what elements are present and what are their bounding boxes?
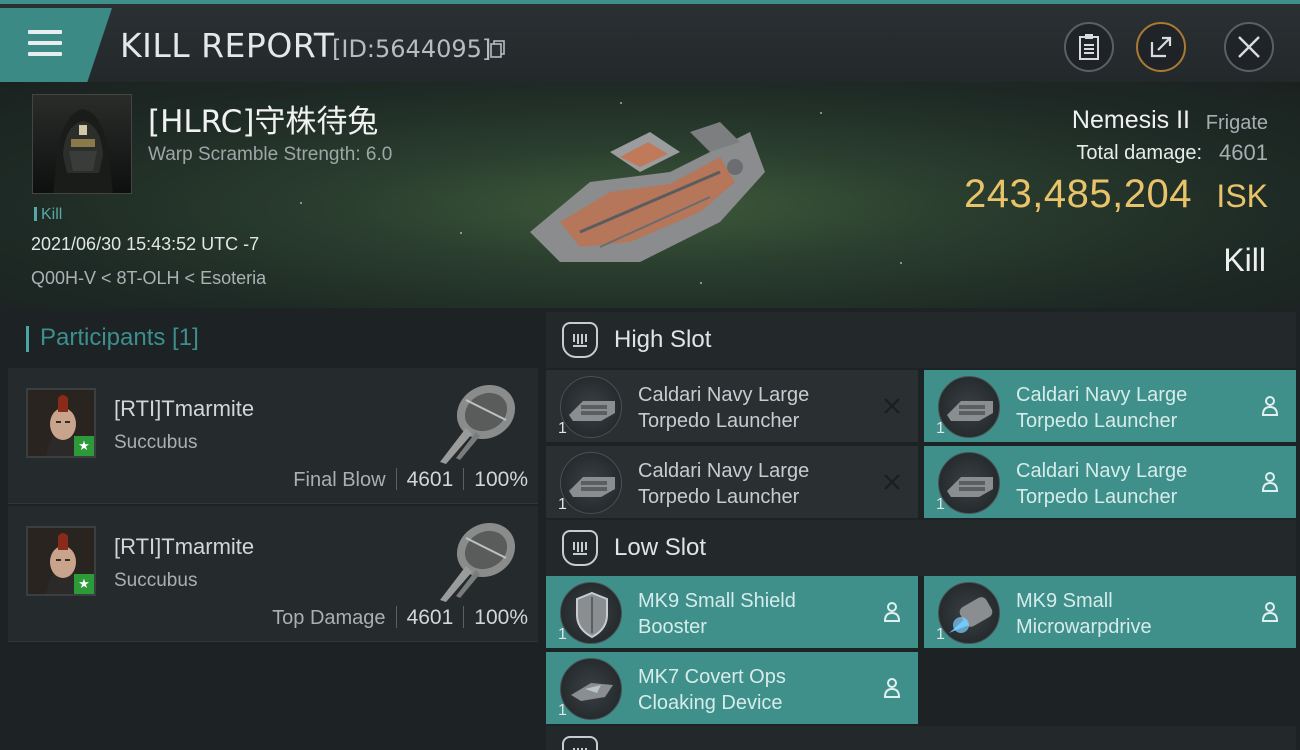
module-name: Caldari Navy Large Torpedo Launcher	[638, 384, 810, 432]
kill-banner: [HLRC]守株待兔 Warp Scramble Strength: 6.0 K…	[0, 82, 1300, 308]
attacker-name[interactable]: [RTI]Tmarmite	[114, 534, 254, 560]
attacker-ship-image	[440, 522, 516, 602]
clipboard-icon	[1079, 34, 1099, 60]
victim-name[interactable]: [HLRC]守株待兔	[148, 96, 378, 141]
total-damage-label: Total damage:	[1076, 142, 1202, 164]
isk-unit: ISK	[1216, 178, 1268, 214]
victim-ship-image	[530, 122, 765, 262]
participants-title-label: Participants [1]	[40, 324, 199, 351]
person-icon	[1258, 470, 1282, 494]
menu-button[interactable]	[0, 8, 112, 82]
destroyed-x-icon	[880, 470, 904, 494]
close-icon	[1238, 36, 1260, 58]
report-id: [ID:5644095]	[332, 35, 492, 63]
torpedo-launcher-icon	[938, 452, 1000, 514]
person-icon	[880, 600, 904, 624]
module-quantity: 1	[558, 496, 567, 513]
total-damage-value: 4601	[1219, 140, 1268, 165]
star-badge-icon: ★	[74, 436, 94, 456]
low-slot-title: Low Slot	[614, 534, 707, 561]
kill-location[interactable]: Q00H-V < 8T-OLH < Esoteria	[31, 268, 266, 289]
module-name: MK9 Small Microwarpdrive	[1016, 590, 1152, 638]
high-slot-title: High Slot	[614, 326, 712, 353]
slot-icon	[562, 322, 598, 358]
close-button[interactable]	[1224, 22, 1274, 72]
attacker-stats: Final Blow 4601 100%	[293, 468, 528, 492]
module-quantity: 1	[936, 626, 945, 643]
module-quantity: 1	[558, 626, 567, 643]
module-item[interactable]: 1 MK9 Small Shield Booster	[546, 576, 918, 648]
participants-panel: Participants [1] ★ [RTI]Tmarmite Succubu…	[0, 308, 540, 750]
attacker-stats: Top Damage 4601 100%	[272, 606, 528, 630]
attacker-portrait[interactable]: ★	[26, 526, 96, 596]
cloaking-device-icon	[560, 658, 622, 720]
victim-ship-class: Frigate	[1205, 112, 1268, 134]
copy-icon[interactable]	[490, 40, 506, 58]
module-quantity: 1	[558, 420, 567, 437]
star-badge-icon: ★	[74, 574, 94, 594]
shield-booster-icon	[560, 582, 622, 644]
attacker-percent: 100%	[474, 468, 528, 491]
module-quantity: 1	[936, 420, 945, 437]
person-icon	[1258, 394, 1282, 418]
module-quantity: 1	[558, 702, 567, 719]
attacker-ship-image	[440, 384, 516, 464]
result-label: Kill	[1223, 242, 1266, 278]
kill-tag: Kill	[34, 206, 62, 224]
participants-title[interactable]: Participants [1]	[26, 324, 199, 352]
attacker-label: Top Damage	[272, 607, 386, 629]
slot-icon	[562, 530, 598, 566]
module-item[interactable]: 1 Caldari Navy Large Torpedo Launcher	[924, 370, 1296, 442]
attacker-name[interactable]: [RTI]Tmarmite	[114, 396, 254, 422]
attacker-ship: Succubus	[114, 432, 198, 453]
share-button[interactable]	[1136, 22, 1186, 72]
attacker-row[interactable]: ★ [RTI]Tmarmite Succubus Final Blow 4601 1…	[8, 368, 538, 504]
attacker-row[interactable]: ★ [RTI]Tmarmite Succubus Top Damage 4601 1…	[8, 506, 538, 642]
attacker-damage: 4601	[406, 606, 454, 629]
isk-value: 243,485,204	[964, 172, 1192, 216]
kill-date: 2021/06/30 15:43:52 UTC -7	[31, 234, 260, 254]
fitting-panel: High Slot 1 Caldari Navy Large Torpedo La…	[540, 308, 1300, 750]
module-item[interactable]: 1 MK7 Covert Ops Cloaking Device	[546, 652, 918, 724]
attacker-ship: Succubus	[114, 570, 198, 591]
page-title: KILL REPORT	[120, 26, 335, 65]
attacker-portrait[interactable]: ★	[26, 388, 96, 458]
module-name: Caldari Navy Large Torpedo Launcher	[1016, 384, 1188, 432]
module-name: Caldari Navy Large Torpedo Launcher	[1016, 460, 1188, 508]
module-item[interactable]: 1 Caldari Navy Large Torpedo Launcher	[546, 370, 918, 442]
attacker-damage: 4601	[406, 468, 454, 491]
person-icon	[1258, 600, 1282, 624]
clipboard-button[interactable]	[1064, 22, 1114, 72]
victim-portrait[interactable]	[32, 94, 132, 194]
slot-icon	[562, 736, 598, 750]
microwarpdrive-icon	[938, 582, 1000, 644]
menu-icon	[28, 30, 62, 58]
mid-slot-header	[546, 726, 1296, 750]
torpedo-launcher-icon	[560, 376, 622, 438]
module-item[interactable]: 1 MK9 Small Microwarpdrive	[924, 576, 1296, 648]
module-item[interactable]: 1 Caldari Navy Large Torpedo Launcher	[924, 446, 1296, 518]
module-name: MK7 Covert Ops Cloaking Device	[638, 666, 786, 714]
share-icon	[1150, 36, 1172, 58]
module-item[interactable]: 1 Caldari Navy Large Torpedo Launcher	[546, 446, 918, 518]
victim-ship-name[interactable]: Nemesis II	[1072, 106, 1190, 135]
person-icon	[880, 676, 904, 700]
destroyed-x-icon	[880, 394, 904, 418]
module-name: Caldari Navy Large Torpedo Launcher	[638, 460, 810, 508]
torpedo-launcher-icon	[938, 376, 1000, 438]
module-name: MK9 Small Shield Booster	[638, 590, 796, 638]
high-slot-header: High Slot	[546, 312, 1296, 368]
low-slot-header: Low Slot	[546, 520, 1296, 576]
module-quantity: 1	[936, 496, 945, 513]
torpedo-launcher-icon	[560, 452, 622, 514]
attacker-percent: 100%	[474, 606, 528, 629]
attacker-label: Final Blow	[293, 469, 386, 491]
warp-scramble-strength: Warp Scramble Strength: 6.0	[148, 144, 393, 165]
top-bar: KILL REPORT [ID:5644095]	[0, 0, 1300, 82]
